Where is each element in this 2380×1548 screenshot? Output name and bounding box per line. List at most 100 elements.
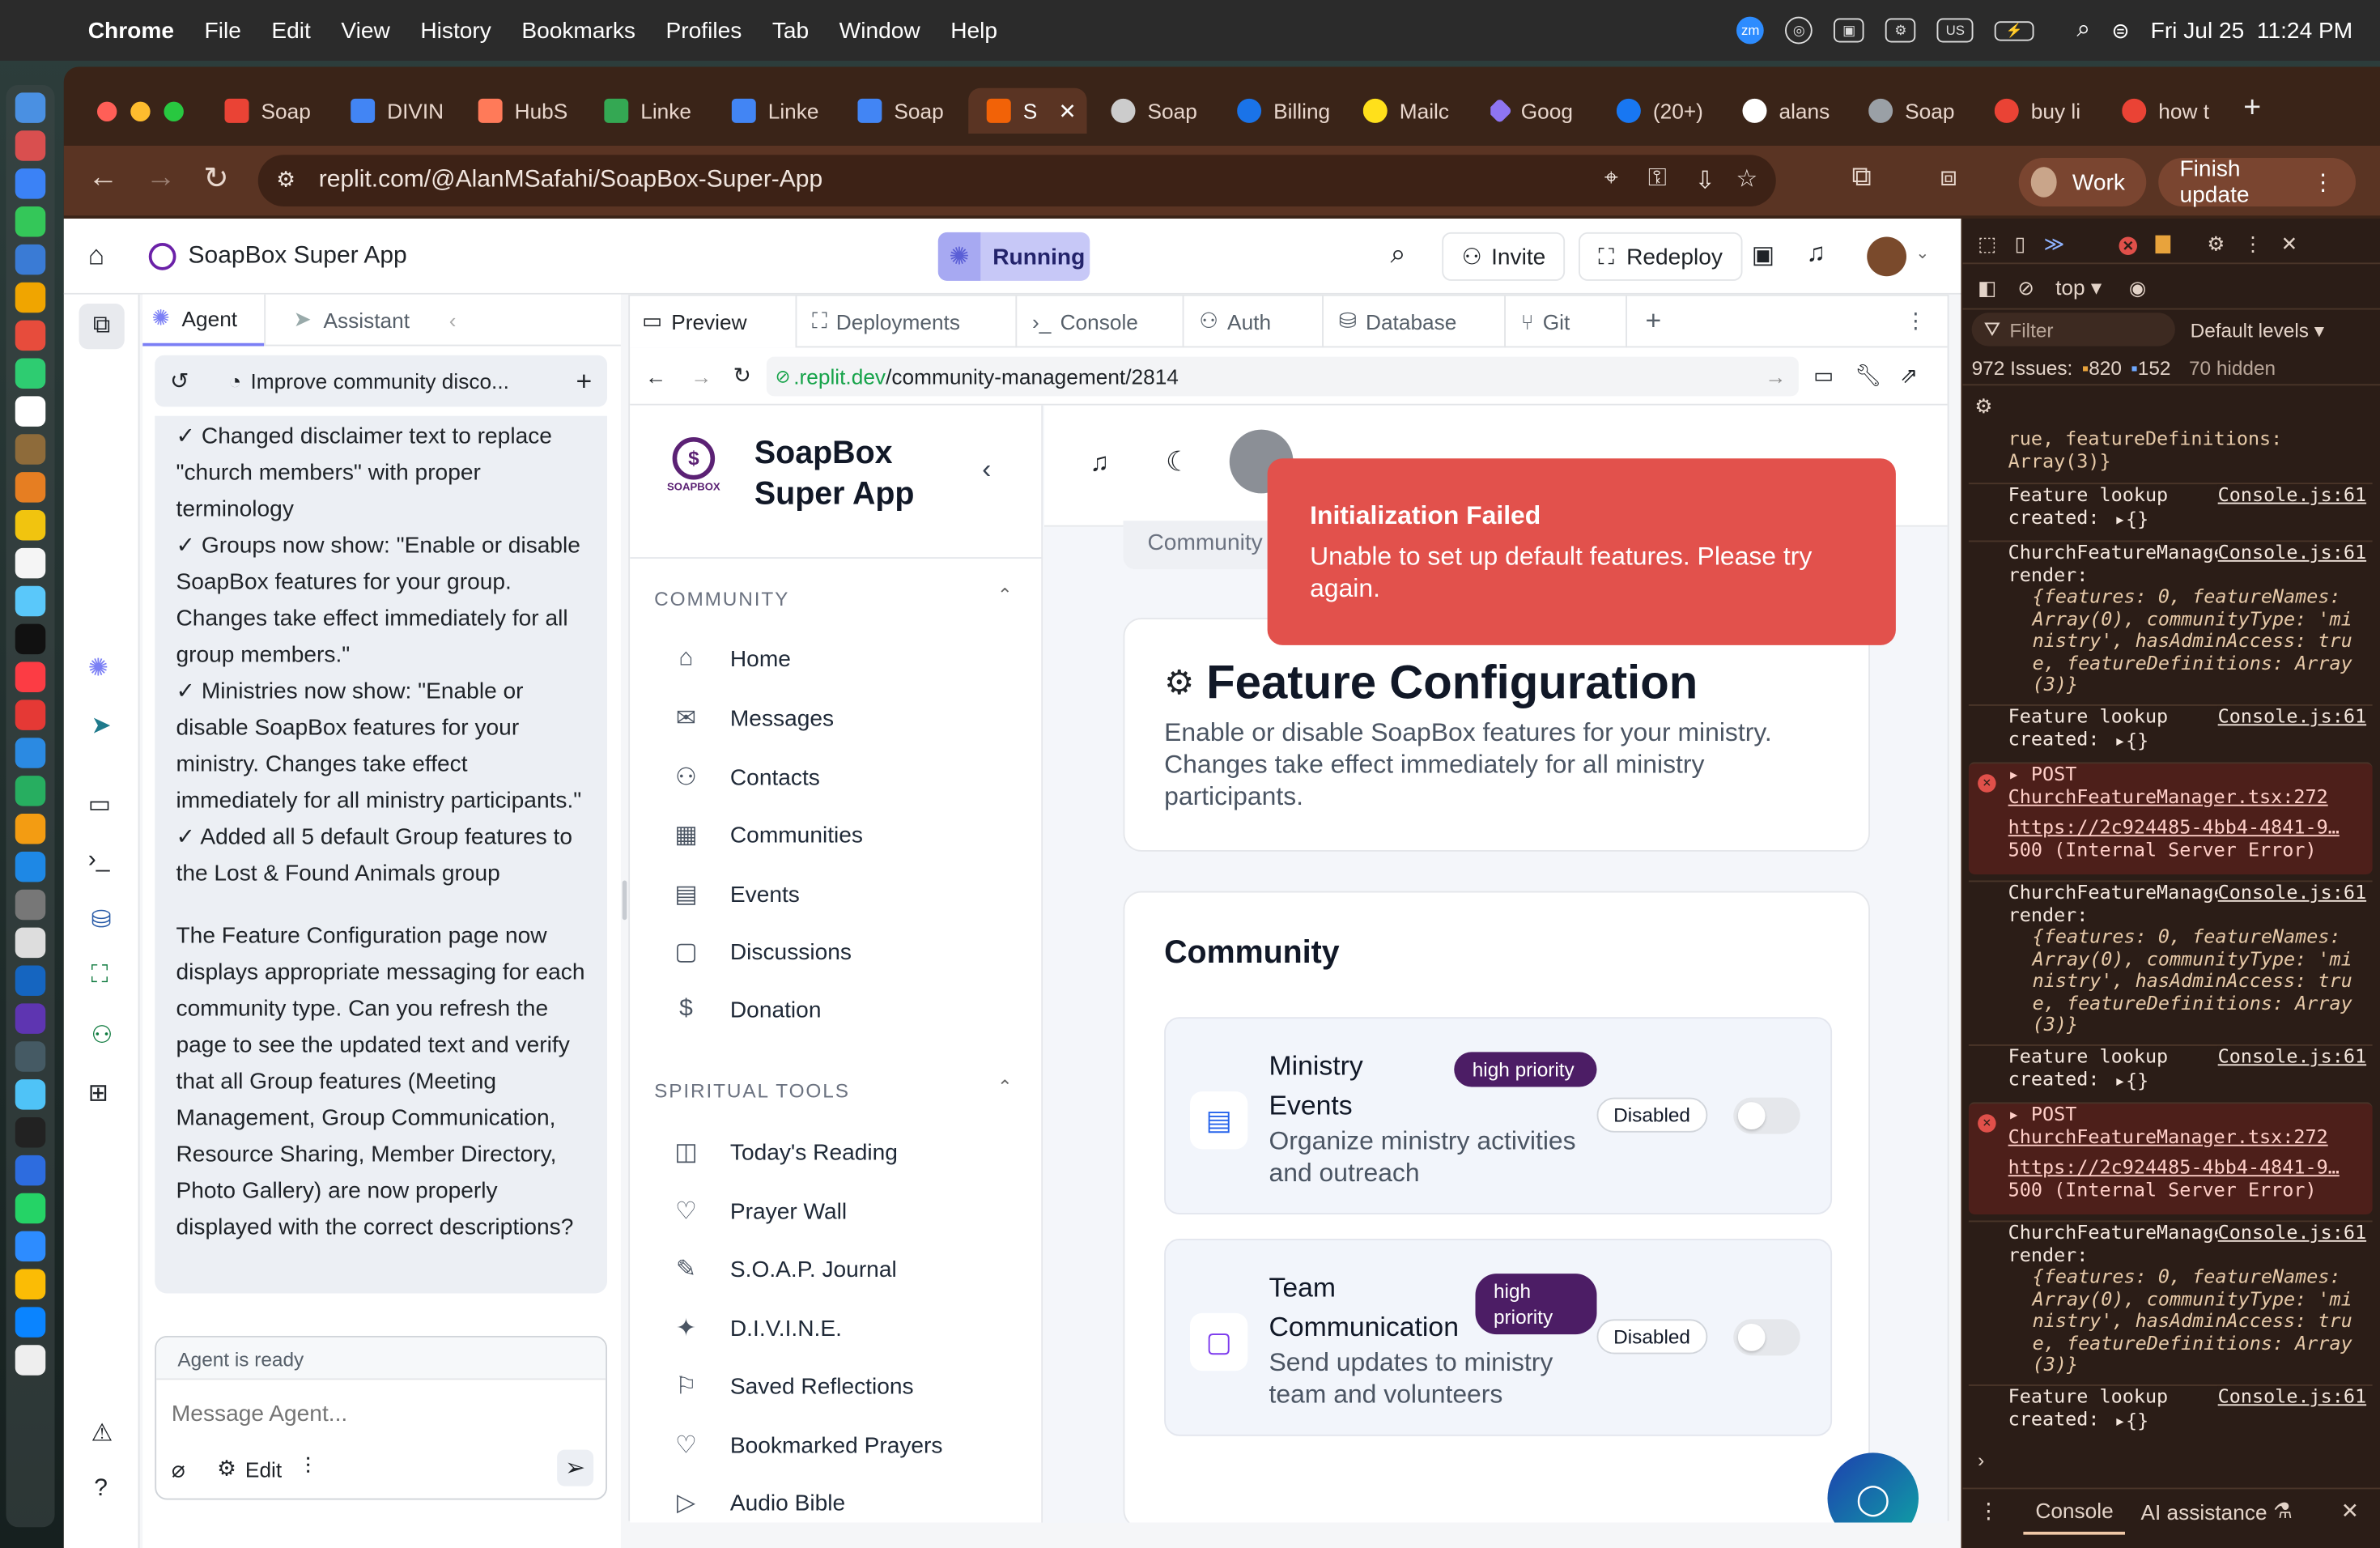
- browser-tab[interactable]: Goog: [1490, 88, 1612, 134]
- dock-app-icon[interactable]: [15, 1345, 46, 1376]
- browser-tab[interactable]: Linke: [731, 88, 853, 134]
- menu-edit[interactable]: Edit: [271, 18, 310, 44]
- tab-agent[interactable]: ✺ Agent: [142, 293, 265, 346]
- dock-app-icon[interactable]: [15, 1269, 46, 1299]
- clear-console-icon[interactable]: ⊘: [2017, 275, 2034, 300]
- dock-app-icon[interactable]: [15, 1231, 46, 1262]
- finish-update-button[interactable]: Finish update ⋮: [2158, 156, 2356, 208]
- search-icon[interactable]: ⌕: [1391, 238, 1406, 270]
- panel-resize-handle[interactable]: [622, 880, 627, 921]
- close-tab-icon[interactable]: ✕: [1059, 98, 1077, 124]
- expand-triangle-icon[interactable]: ▸{}: [2114, 508, 2148, 530]
- dock-app-icon[interactable]: [15, 738, 46, 768]
- browser-tab[interactable]: Soap: [224, 88, 346, 134]
- open-new-tab-icon[interactable]: ⇗: [1900, 363, 1918, 389]
- source-link[interactable]: Console.js:61: [2217, 1385, 2367, 1409]
- shell-icon[interactable]: ›_: [88, 847, 110, 874]
- tab-assistant[interactable]: ➤ Assistant: [264, 293, 437, 346]
- battery-icon[interactable]: ⚡: [1995, 20, 2034, 40]
- nav-contacts[interactable]: ⚇ Contacts: [673, 762, 820, 793]
- tab-ai-assistance[interactable]: AI assistance: [2140, 1499, 2267, 1524]
- nav-prayer-wall[interactable]: ♡ Prayer Wall: [673, 1197, 847, 1227]
- dock-app-icon[interactable]: [15, 623, 46, 655]
- browser-tab[interactable]: how t: [2122, 88, 2243, 134]
- browser-tab[interactable]: Billing: [1237, 88, 1358, 134]
- dock-app-icon[interactable]: [15, 851, 46, 882]
- nav-communities[interactable]: ▦ Communities: [673, 820, 863, 851]
- browser-tab[interactable]: alans: [1742, 88, 1864, 134]
- menu-tab[interactable]: Tab: [772, 18, 809, 44]
- dock-app-icon[interactable]: [15, 130, 46, 161]
- zoom-window-button[interactable]: [164, 101, 184, 121]
- bookmark-star-icon[interactable]: ☆: [1736, 164, 1757, 195]
- breadcrumb-item[interactable]: Community: [1148, 529, 1263, 555]
- tab-preview[interactable]: ▭ Preview: [630, 295, 797, 347]
- collapse-sidebar-icon[interactable]: ‹: [982, 454, 991, 486]
- dock-app-icon[interactable]: [15, 320, 46, 351]
- edit-button[interactable]: ⚙ Edit: [217, 1456, 282, 1482]
- cast-icon[interactable]: ⧈: [1940, 161, 1957, 193]
- site-info-icon[interactable]: ⚙: [276, 167, 295, 193]
- user-avatar[interactable]: [1867, 236, 1906, 277]
- display-icon[interactable]: ▣: [1834, 18, 1864, 43]
- deployments-icon[interactable]: ⛶: [91, 963, 108, 990]
- dock-app-icon[interactable]: [15, 814, 46, 844]
- nav-bookmarked-prayers[interactable]: ♡ Bookmarked Prayers: [673, 1430, 942, 1461]
- send-icon[interactable]: ➢: [557, 1449, 594, 1486]
- dock-app-icon[interactable]: [15, 965, 46, 996]
- notifications-bell-icon[interactable]: ♫: [1806, 238, 1825, 269]
- location-icon[interactable]: ⌖: [1604, 165, 1618, 193]
- preview-url-field[interactable]: ⊘ .replit.dev /community-management/2814…: [766, 355, 1799, 396]
- tab-database[interactable]: ⛁ Database: [1324, 295, 1506, 347]
- issues-info-count[interactable]: ▪152: [2131, 357, 2170, 380]
- dock-app-icon[interactable]: [15, 547, 46, 579]
- settings-gear-icon[interactable]: ⚙: [2207, 232, 2225, 256]
- history-icon[interactable]: ↺: [170, 368, 189, 395]
- dock-app-icon[interactable]: [15, 92, 46, 123]
- close-drawer-icon[interactable]: ✕: [2341, 1499, 2359, 1525]
- tab-git[interactable]: ⑂ Git: [1506, 295, 1627, 347]
- dock-app-icon[interactable]: [15, 168, 46, 199]
- menu-app-name[interactable]: Chrome: [88, 18, 174, 44]
- agent-icon[interactable]: ✺: [88, 653, 108, 683]
- nav-donation[interactable]: $ Donation: [673, 996, 821, 1023]
- warning-count-icon[interactable]: [2155, 234, 2171, 253]
- menu-view[interactable]: View: [341, 18, 389, 44]
- run-status-button[interactable]: ✺ Running: [937, 232, 1090, 281]
- issues-warning-count[interactable]: ▪820: [2082, 357, 2122, 380]
- assistant-icon[interactable]: ➤: [91, 711, 112, 742]
- dock-app-icon[interactable]: [15, 661, 46, 692]
- source-link[interactable]: Console.js:61: [2217, 705, 2367, 729]
- back-icon[interactable]: ←: [645, 364, 666, 388]
- dock-app-icon[interactable]: [15, 1079, 46, 1110]
- source-link[interactable]: ChurchFeatureManager.tsx:272: [2008, 1125, 2373, 1147]
- nav-audio-bible[interactable]: ▷ Audio Bible: [673, 1488, 845, 1519]
- redeploy-button[interactable]: ⛶ Redeploy: [1579, 232, 1743, 281]
- log-levels-dropdown[interactable]: Default levels ▾: [2191, 319, 2324, 343]
- new-chat-icon[interactable]: +: [576, 365, 593, 397]
- profile-button[interactable]: Work: [2018, 158, 2147, 206]
- reload-icon[interactable]: ↻: [203, 159, 228, 198]
- browser-tab[interactable]: Mailc: [1362, 88, 1485, 134]
- all-tools-icon[interactable]: ⊞: [88, 1078, 108, 1108]
- request-url-link[interactable]: https://2c924485-4bb4-4841-9…: [2008, 817, 2373, 839]
- help-icon[interactable]: ?: [94, 1476, 108, 1503]
- home-icon[interactable]: ⌂: [88, 240, 104, 271]
- close-devtools-icon[interactable]: ✕: [2281, 232, 2297, 256]
- auth-icon[interactable]: ⚇: [91, 1020, 113, 1051]
- expand-triangle-icon[interactable]: ▸{}: [2114, 1409, 2148, 1432]
- screen-share-icon[interactable]: ◎: [1785, 16, 1813, 45]
- source-link[interactable]: Console.js:61: [2217, 1221, 2367, 1244]
- dock-app-icon[interactable]: [15, 1041, 46, 1072]
- menu-window[interactable]: Window: [839, 18, 920, 44]
- feature-toggle[interactable]: [1733, 1319, 1800, 1356]
- close-window-button[interactable]: [97, 101, 117, 121]
- dock-app-icon[interactable]: [15, 1155, 46, 1186]
- chevron-left-icon[interactable]: ‹: [449, 308, 457, 332]
- settings-sliders-icon[interactable]: ⫶: [305, 1454, 311, 1480]
- dock-app-icon[interactable]: [15, 472, 46, 503]
- tab-auth[interactable]: ⚇ Auth: [1184, 295, 1324, 347]
- dock-app-icon[interactable]: [15, 1193, 46, 1224]
- nav-soap-journal[interactable]: ✎ S.O.A.P. Journal: [673, 1254, 897, 1285]
- feature-toggle[interactable]: [1733, 1097, 1800, 1134]
